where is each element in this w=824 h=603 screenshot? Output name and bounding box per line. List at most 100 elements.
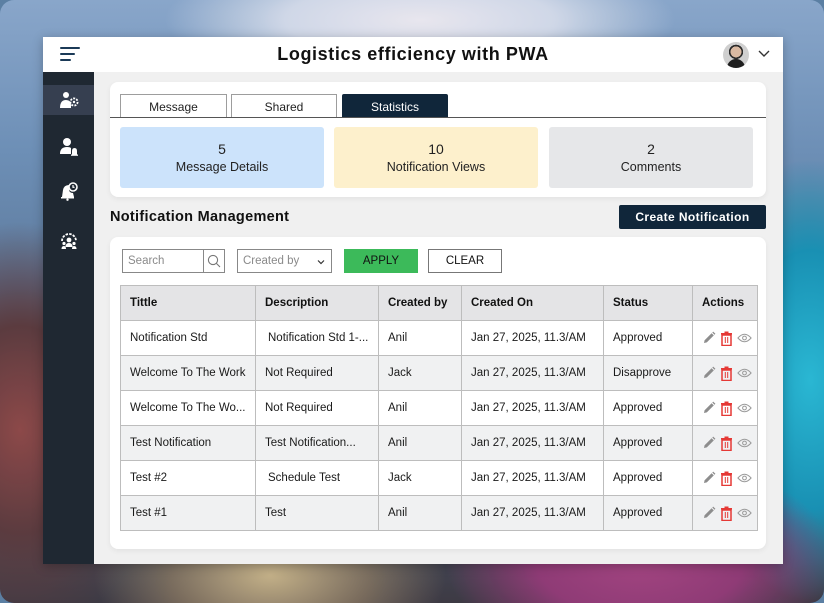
table-row[interactable]: Test #2 Schedule Test Jack Jan 27, 2025,… [120,460,758,496]
cell-created-on: Jan 27, 2025, 11.3/AM [461,355,604,391]
chevron-down-icon [317,260,325,265]
column-header-actions: Actions [692,285,758,321]
cell-actions [692,355,758,391]
cell-status: Approved [603,425,693,461]
search-input[interactable] [123,250,203,272]
cell-actions [692,320,758,356]
cell-created-on: Jan 27, 2025, 11.3/AM [461,320,604,356]
main-content: Message Shared Statistics 5 Message Deta… [94,72,783,564]
user-avatar[interactable] [723,42,749,68]
cell-description: Test Notification... [255,425,379,461]
column-header-created-on[interactable]: Created On [461,285,604,321]
cell-created-by: Jack [378,460,462,496]
cell-created-by: Anil [378,320,462,356]
row-actions [702,401,752,416]
view-icon[interactable] [737,436,752,451]
cell-title: Notification Std [120,320,256,356]
apply-button[interactable]: APPLY [344,249,418,273]
column-header-description[interactable]: Description [255,285,379,321]
cell-title: Test Notification [120,425,256,461]
cell-created-by: Anil [378,495,462,531]
row-actions [702,366,752,381]
edit-icon[interactable] [702,471,716,486]
view-icon[interactable] [737,401,752,416]
cell-actions [692,390,758,426]
table-row[interactable]: Test Notification Test Notification... A… [120,425,758,461]
top-bar: Logistics efficiency with PWA [43,37,783,72]
cell-actions [692,495,758,531]
view-icon[interactable] [737,471,752,486]
user-gear-icon [59,92,78,108]
delete-icon[interactable] [720,366,733,381]
cell-title: Test #1 [120,495,256,531]
sidebar-item-scheduled-alerts[interactable] [43,176,94,206]
tab-message[interactable]: Message [120,94,227,118]
stat-label: Message Details [175,159,269,174]
delete-icon[interactable] [720,506,733,521]
cell-title: Test #2 [120,460,256,496]
sidebar-item-user-settings[interactable] [43,85,94,115]
stat-message-details: 5 Message Details [120,127,324,188]
column-header-title[interactable]: Tittle [120,285,256,321]
search-icon [207,254,221,268]
cell-title: Welcome To The Wo... [120,390,256,426]
stat-label: Comments [620,159,682,174]
team-icon [60,233,77,249]
cell-description: Notification Std 1-... [255,320,379,356]
edit-icon[interactable] [702,331,716,346]
sidebar-item-user-notifications[interactable] [43,132,94,162]
view-icon[interactable] [737,331,752,346]
table-row[interactable]: Welcome To The Work Not Required Jack Ja… [120,355,758,391]
tab-divider [110,117,766,118]
cell-created-by: Anil [378,390,462,426]
edit-icon[interactable] [702,401,716,416]
cell-description: Not Required [255,390,379,426]
sidebar-item-team-management[interactable] [43,226,94,256]
stat-value: 10 [428,140,444,157]
view-icon[interactable] [737,506,752,521]
cell-actions [692,425,758,461]
app-title: Logistics efficiency with PWA [277,44,549,64]
stat-label: Notification Views [386,159,486,174]
table-row[interactable]: Notification Std Notification Std 1-... … [120,320,758,356]
cell-created-on: Jan 27, 2025, 11.3/AM [461,495,604,531]
cell-status: Approved [603,495,693,531]
table-row[interactable]: Test #1 Test Anil Jan 27, 2025, 11.3/AM … [120,495,758,531]
cell-description: Test [255,495,379,531]
user-bell-icon [59,138,78,156]
cell-actions [692,460,758,496]
section-title: Notification Management [110,209,290,225]
column-header-created-by[interactable]: Created by [378,285,462,321]
delete-icon[interactable] [720,401,733,416]
delete-icon[interactable] [720,471,733,486]
clear-button[interactable]: CLEAR [428,249,502,273]
table-header-row: Tittle Description Created by Created On… [120,285,758,321]
row-actions [702,436,752,451]
edit-icon[interactable] [702,436,716,451]
sidebar [43,72,94,564]
bell-clock-icon [60,182,78,201]
edit-icon[interactable] [702,366,716,381]
row-actions [702,506,752,521]
notifications-card: Created by APPLY CLEAR Tittle Descriptio… [110,237,766,549]
cell-title: Welcome To The Work [120,355,256,391]
search-field [122,249,225,273]
edit-icon[interactable] [702,506,716,521]
cell-status: Approved [603,390,693,426]
chevron-down-icon[interactable] [757,46,771,60]
delete-icon[interactable] [720,436,733,451]
tab-shared[interactable]: Shared [231,94,337,118]
column-header-status[interactable]: Status [603,285,693,321]
create-notification-button[interactable]: Create Notification [619,205,766,229]
statistics-card: Message Shared Statistics 5 Message Deta… [110,82,766,197]
tab-statistics[interactable]: Statistics [342,94,448,118]
cell-status: Approved [603,320,693,356]
view-icon[interactable] [737,366,752,381]
created-by-select[interactable]: Created by [237,249,332,273]
table-row[interactable]: Welcome To The Wo... Not Required Anil J… [120,390,758,426]
cell-created-by: Jack [378,355,462,391]
cell-description: Schedule Test [255,460,379,496]
delete-icon[interactable] [720,331,733,346]
search-button[interactable] [203,250,224,272]
app-window: Logistics efficiency with PWA Message Sh… [43,37,783,564]
